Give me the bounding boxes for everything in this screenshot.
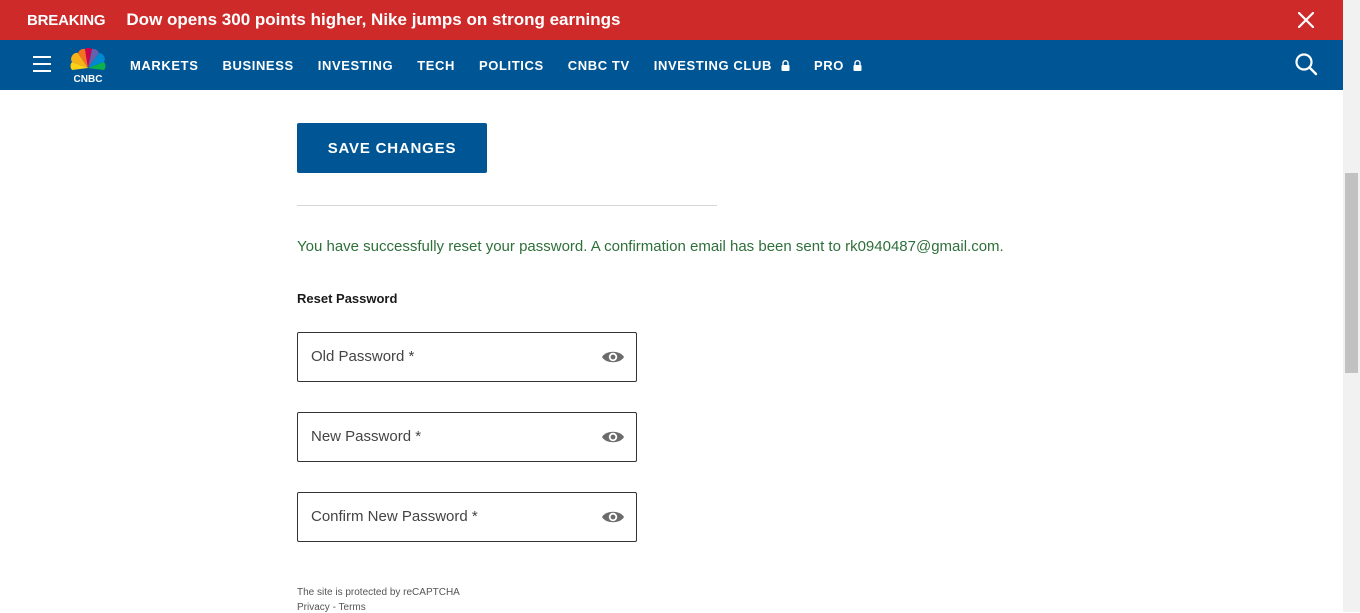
nav-item-label: INVESTING CLUB xyxy=(653,57,772,73)
close-icon[interactable] xyxy=(1295,9,1317,31)
nav-item-label: MARKETS xyxy=(130,57,199,73)
nav-item-label: PRO xyxy=(813,57,844,73)
main-nav: CNBC MARKETS BUSINESS INVESTING TECH POL… xyxy=(0,40,1343,90)
breaking-news-banner: BREAKING Dow opens 300 points higher, Ni… xyxy=(0,0,1343,40)
new-password-label: New Password * xyxy=(311,428,422,445)
nav-item-business[interactable]: BUSINESS xyxy=(222,58,293,73)
reset-password-title: Reset Password xyxy=(297,291,398,306)
nav-item-tech[interactable]: TECH xyxy=(417,58,455,73)
nav-item-investing-club[interactable]: INVESTING CLUB xyxy=(654,58,790,73)
nav-item-cnbc-tv[interactable]: CNBC TV xyxy=(568,58,630,73)
nav-item-label: CNBC TV xyxy=(567,57,630,73)
svg-text:CNBC: CNBC xyxy=(74,74,103,84)
lock-icon xyxy=(781,59,790,71)
link-separator: - xyxy=(329,602,339,613)
nav-items: MARKETS BUSINESS INVESTING TECH POLITICS… xyxy=(130,40,886,90)
divider xyxy=(297,205,717,206)
old-password-label: Old Password * xyxy=(311,348,415,365)
eye-icon[interactable] xyxy=(601,427,625,447)
terms-link[interactable]: Terms xyxy=(339,602,366,613)
success-message: You have successfully reset your passwor… xyxy=(297,238,1004,255)
nav-item-label: INVESTING xyxy=(317,57,394,73)
search-icon[interactable] xyxy=(1294,52,1318,76)
nav-item-label: BUSINESS xyxy=(222,57,294,73)
nav-item-pro[interactable]: PRO xyxy=(814,58,862,73)
confirm-new-password-label: Confirm New Password * xyxy=(311,508,478,525)
nav-item-label: TECH xyxy=(417,57,456,73)
nav-item-investing[interactable]: INVESTING xyxy=(318,58,393,73)
breaking-label: BREAKING xyxy=(27,11,106,29)
privacy-link[interactable]: Privacy xyxy=(297,602,330,613)
page-scrollbar[interactable] xyxy=(1343,0,1360,612)
menu-icon[interactable] xyxy=(33,56,51,72)
nav-item-markets[interactable]: MARKETS xyxy=(130,58,198,73)
old-password-field[interactable]: Old Password * xyxy=(297,332,637,382)
eye-icon[interactable] xyxy=(601,347,625,367)
save-changes-button[interactable]: SAVE CHANGES xyxy=(297,123,487,173)
nav-item-politics[interactable]: POLITICS xyxy=(479,58,544,73)
recaptcha-links: Privacy - Terms xyxy=(297,602,366,613)
confirm-new-password-field[interactable]: Confirm New Password * xyxy=(297,492,637,542)
nav-item-label: POLITICS xyxy=(479,57,544,73)
breaking-headline[interactable]: Dow opens 300 points higher, Nike jumps … xyxy=(126,10,620,30)
lock-icon xyxy=(853,59,862,71)
new-password-field[interactable]: New Password * xyxy=(297,412,637,462)
eye-icon[interactable] xyxy=(601,507,625,527)
recaptcha-notice: The site is protected by reCAPTCHA xyxy=(297,587,460,598)
cnbc-logo[interactable]: CNBC xyxy=(66,46,110,85)
scrollbar-thumb[interactable] xyxy=(1345,173,1358,373)
